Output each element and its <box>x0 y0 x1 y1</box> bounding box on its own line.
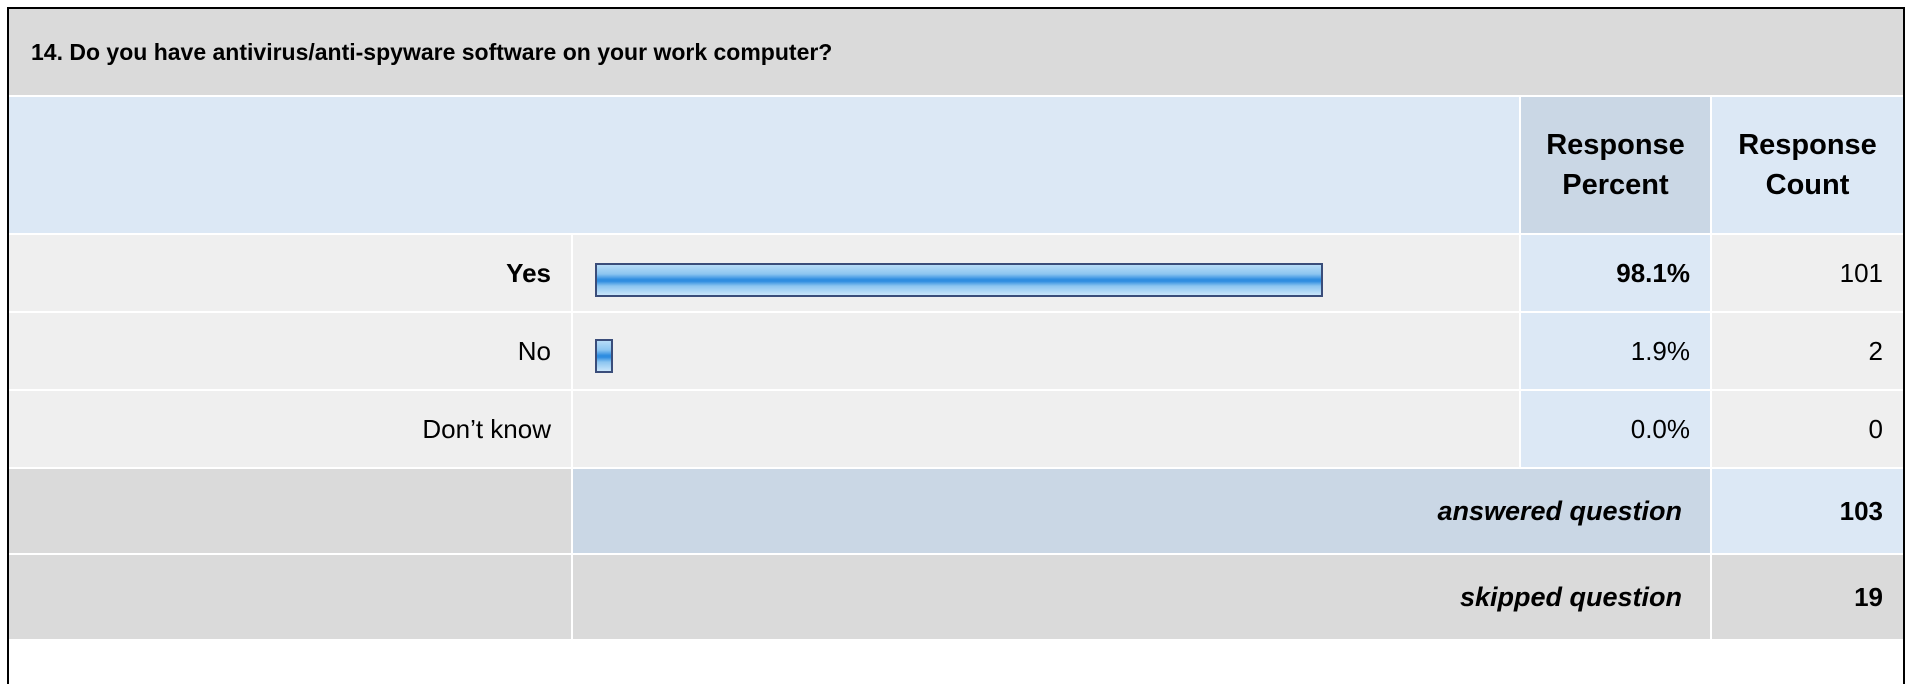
header-count-line1: Response <box>1738 129 1877 161</box>
answered-question-label: answered question <box>573 469 1710 553</box>
answer-bar-no <box>595 339 613 373</box>
answer-bar-cell-dont-know <box>573 391 1519 467</box>
header-percent-line2: Percent <box>1562 169 1669 201</box>
skipped-question-count: 19 <box>1712 555 1903 639</box>
answer-percent-no: 1.9% <box>1521 313 1710 389</box>
answer-bar-cell-no <box>573 313 1519 389</box>
header-count-line2: Count <box>1765 169 1850 201</box>
answer-label-no: No <box>9 313 571 389</box>
header-blank <box>9 97 1519 233</box>
answer-percent-yes: 98.1% <box>1521 235 1710 311</box>
answer-label-yes: Yes <box>9 235 571 311</box>
answer-bar-yes <box>595 263 1323 297</box>
answer-count-dont-know: 0 <box>1712 391 1903 467</box>
answer-count-no: 2 <box>1712 313 1903 389</box>
answer-label-dont-know: Don’t know <box>9 391 571 467</box>
answered-blank <box>9 469 571 553</box>
question-title: 14. Do you have antivirus/anti-spyware s… <box>9 9 1903 97</box>
answer-count-yes: 101 <box>1712 235 1903 311</box>
header-response-percent: Response Percent <box>1521 97 1710 233</box>
header-response-count: Response Count <box>1712 97 1903 233</box>
answer-bar-cell-yes <box>573 235 1519 311</box>
survey-result-table: 14. Do you have antivirus/anti-spyware s… <box>7 7 1905 684</box>
skipped-question-label: skipped question <box>573 555 1710 639</box>
skipped-blank <box>9 555 571 639</box>
header-percent-line1: Response <box>1546 129 1685 161</box>
answered-question-count: 103 <box>1712 469 1903 553</box>
answer-percent-dont-know: 0.0% <box>1521 391 1710 467</box>
